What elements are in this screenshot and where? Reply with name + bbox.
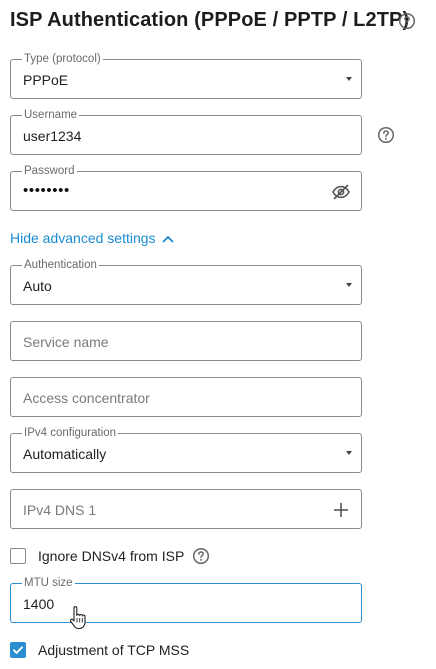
mtu-size-label: MTU size — [22, 576, 75, 590]
caret-down-icon — [346, 77, 352, 81]
plus-icon[interactable] — [331, 500, 351, 520]
mtu-size-value: 1400 — [23, 596, 55, 612]
help-icon[interactable] — [398, 12, 416, 30]
tcp-mss-label: Adjustment of TCP MSS — [38, 642, 190, 658]
ipv4-config-value: Automatically — [23, 446, 107, 462]
username-field[interactable]: Username user1234 — [10, 108, 362, 155]
ignore-dns-label: Ignore DNSv4 from ISP — [38, 548, 185, 564]
protocol-value: PPPoE — [23, 72, 69, 88]
service-name-placeholder: Service name — [23, 334, 109, 350]
access-concentrator-placeholder: Access concentrator — [23, 390, 150, 406]
hand-cursor-icon — [69, 606, 87, 630]
authentication-value: Auto — [23, 278, 52, 294]
tcp-mss-row[interactable]: Adjustment of TCP MSS — [10, 641, 189, 659]
ipv4-config-select[interactable]: IPv4 configuration Automatically — [10, 426, 362, 473]
protocol-label: Type (protocol) — [22, 52, 103, 66]
ipv4-config-label: IPv4 configuration — [22, 426, 119, 440]
eye-off-icon[interactable] — [331, 182, 351, 202]
password-field[interactable]: Password •••••••• — [10, 164, 362, 211]
mtu-size-input[interactable]: MTU size 1400 — [10, 576, 362, 623]
service-name-input[interactable]: Service name — [10, 321, 362, 361]
caret-down-icon — [346, 283, 352, 287]
ipv4-dns1-input[interactable]: IPv4 DNS 1 — [10, 489, 362, 529]
authentication-label: Authentication — [22, 258, 99, 272]
hide-advanced-label: Hide advanced settings — [10, 230, 156, 246]
page-title: ISP Authentication (PPPoE / PPTP / L2TP) — [10, 9, 410, 31]
username-label: Username — [22, 108, 80, 122]
chevron-up-icon — [162, 230, 174, 246]
authentication-select[interactable]: Authentication Auto — [10, 258, 362, 305]
help-icon[interactable] — [192, 547, 210, 565]
hide-advanced-link[interactable]: Hide advanced settings — [10, 230, 174, 246]
username-value: user1234 — [23, 128, 82, 144]
help-icon[interactable] — [377, 126, 395, 144]
tcp-mss-checkbox[interactable] — [10, 642, 26, 658]
password-value: •••••••• — [23, 182, 70, 199]
ignore-dns-checkbox[interactable] — [10, 548, 26, 564]
password-label: Password — [22, 164, 77, 178]
protocol-select[interactable]: Type (protocol) PPPoE — [10, 52, 362, 99]
access-concentrator-input[interactable]: Access concentrator — [10, 377, 362, 417]
ipv4-dns1-placeholder: IPv4 DNS 1 — [23, 502, 97, 518]
caret-down-icon — [346, 451, 352, 455]
checkmark-icon — [13, 646, 23, 654]
ignore-dns-row[interactable]: Ignore DNSv4 from ISP — [10, 547, 210, 565]
